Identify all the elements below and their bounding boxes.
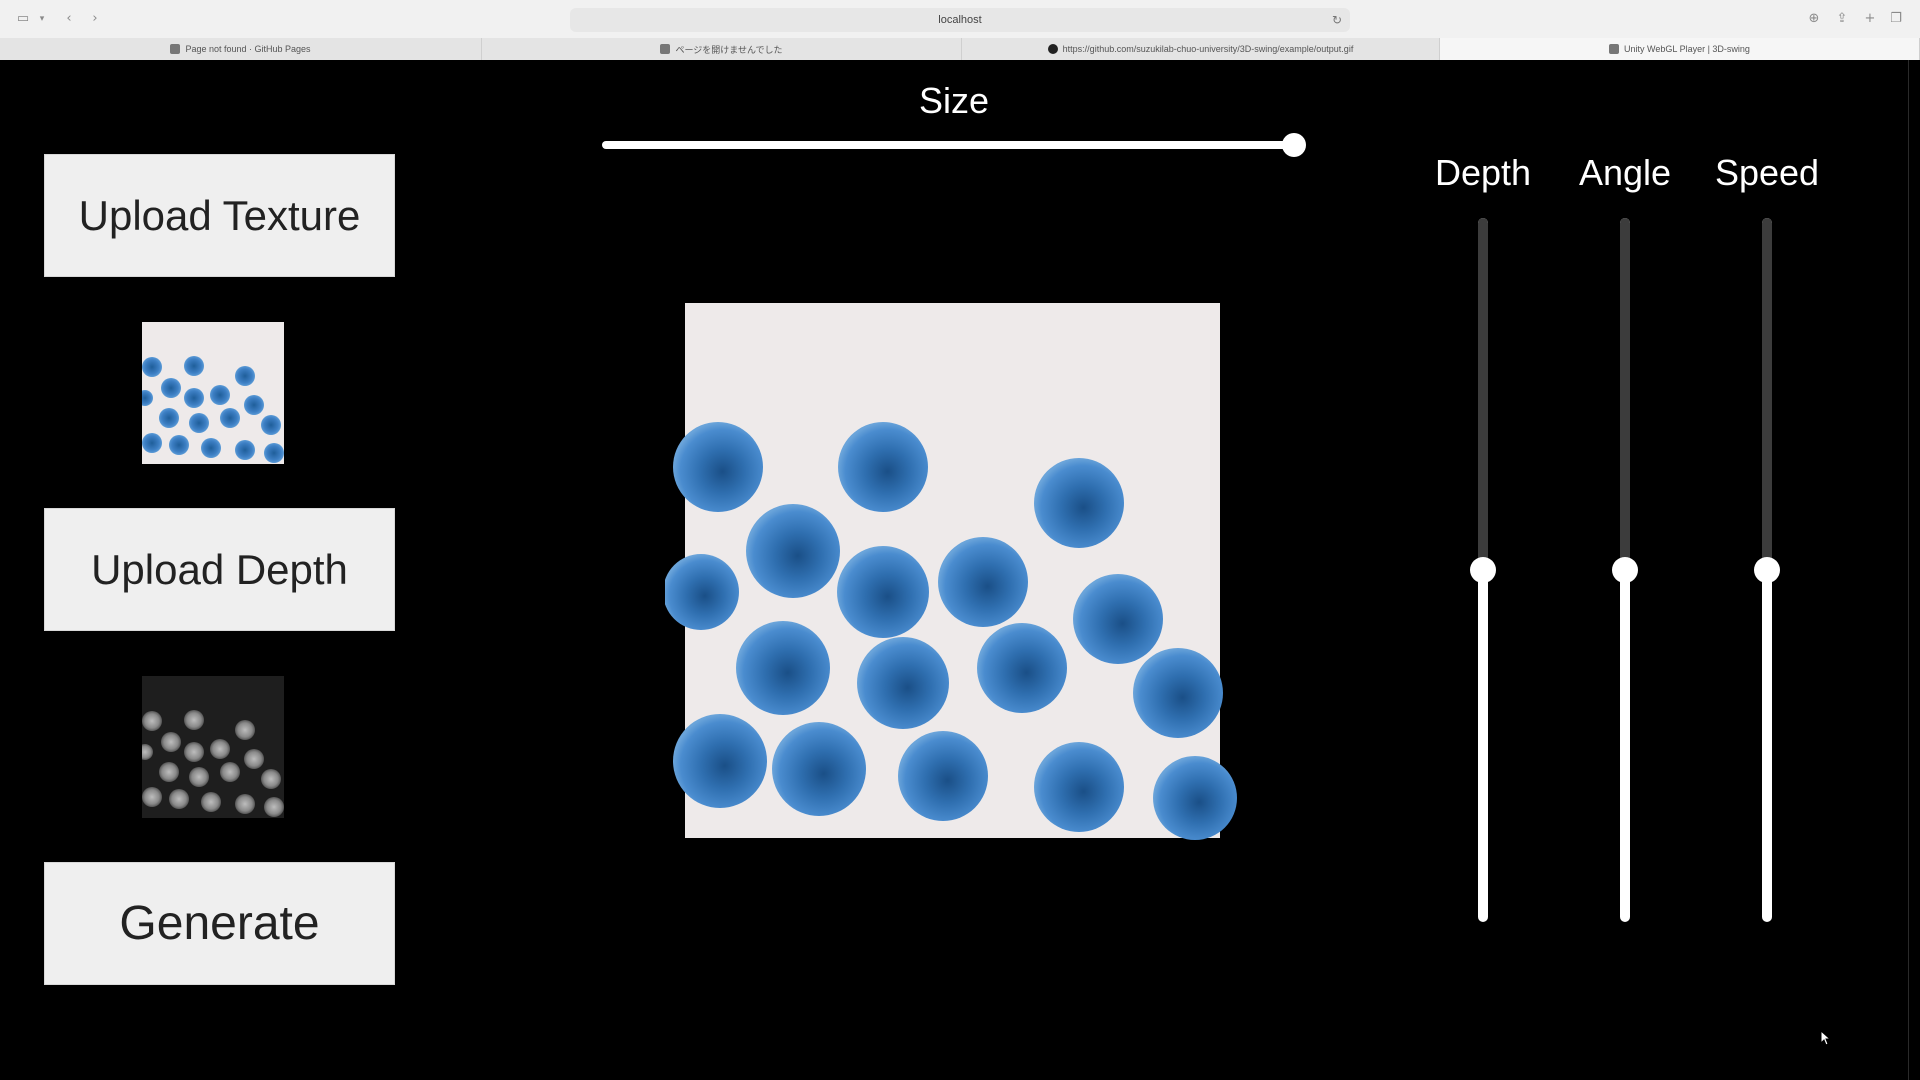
sidebar-toggle-icon[interactable]: ▭	[14, 10, 32, 28]
browser-toolbar: ▭ ▾ ‹ › localhost ↻ ⊕ ⇪ + ❐	[0, 0, 1920, 38]
forward-icon[interactable]: ›	[88, 10, 102, 28]
speed-slider-thumb[interactable]	[1754, 557, 1780, 583]
download-icon[interactable]: ⊕	[1806, 10, 1822, 28]
page-icon	[660, 44, 671, 54]
new-tab-icon[interactable]: +	[1862, 10, 1878, 28]
generate-button[interactable]: Generate	[44, 862, 395, 985]
tab-overview-icon[interactable]: ❐	[1888, 10, 1904, 28]
upload-texture-button[interactable]: Upload Texture	[44, 154, 395, 277]
mouse-cursor-icon	[1820, 1030, 1832, 1046]
tab-title: Unity WebGL Player | 3D-swing	[1624, 44, 1750, 54]
chevron-down-icon[interactable]: ▾	[36, 10, 48, 28]
unity-icon	[1609, 44, 1620, 54]
tab-bar: Page not found · GitHub Pages ✕ ページを開けませ…	[0, 38, 1920, 60]
tab-github-gif[interactable]: https://github.com/suzukilab-chuo-univer…	[962, 38, 1440, 60]
angle-slider-thumb[interactable]	[1612, 557, 1638, 583]
browser-chrome: ▭ ▾ ‹ › localhost ↻ ⊕ ⇪ + ❐ Page not fou…	[0, 0, 1920, 60]
back-icon[interactable]: ‹	[62, 10, 76, 28]
page-icon	[170, 44, 181, 54]
depth-slider-thumb[interactable]	[1470, 557, 1496, 583]
texture-preview-canvas	[665, 303, 1237, 840]
size-label: Size	[918, 80, 990, 121]
angle-label: Angle	[1578, 152, 1672, 193]
upload-depth-button[interactable]: Upload Depth	[44, 508, 395, 631]
tab-github-pages[interactable]: Page not found · GitHub Pages ✕	[0, 38, 495, 60]
tab-title: https://github.com/suzukilab-chuo-univer…	[1062, 44, 1354, 54]
tab-unity-player[interactable]: Unity WebGL Player | 3D-swing	[1440, 38, 1920, 60]
share-icon[interactable]: ⇪	[1834, 10, 1850, 28]
tab-title: ページを開けませんでした	[675, 44, 783, 55]
reload-icon[interactable]: ↻	[1332, 8, 1342, 32]
size-slider-thumb[interactable]	[1282, 133, 1306, 157]
size-slider-track[interactable]	[602, 141, 1294, 149]
depth-label: Depth	[1434, 152, 1532, 193]
address-bar[interactable]: localhost ↻	[570, 8, 1350, 32]
url-text: localhost	[938, 14, 982, 26]
tab-title: Page not found · GitHub Pages	[185, 44, 311, 54]
github-icon	[1047, 44, 1058, 54]
scrollbar[interactable]	[1908, 60, 1920, 1080]
depth-thumbnail	[142, 676, 284, 818]
speed-label: Speed	[1714, 152, 1820, 193]
tab-page-error[interactable]: ページを開けませんでした	[482, 38, 962, 60]
texture-thumbnail	[142, 322, 284, 464]
